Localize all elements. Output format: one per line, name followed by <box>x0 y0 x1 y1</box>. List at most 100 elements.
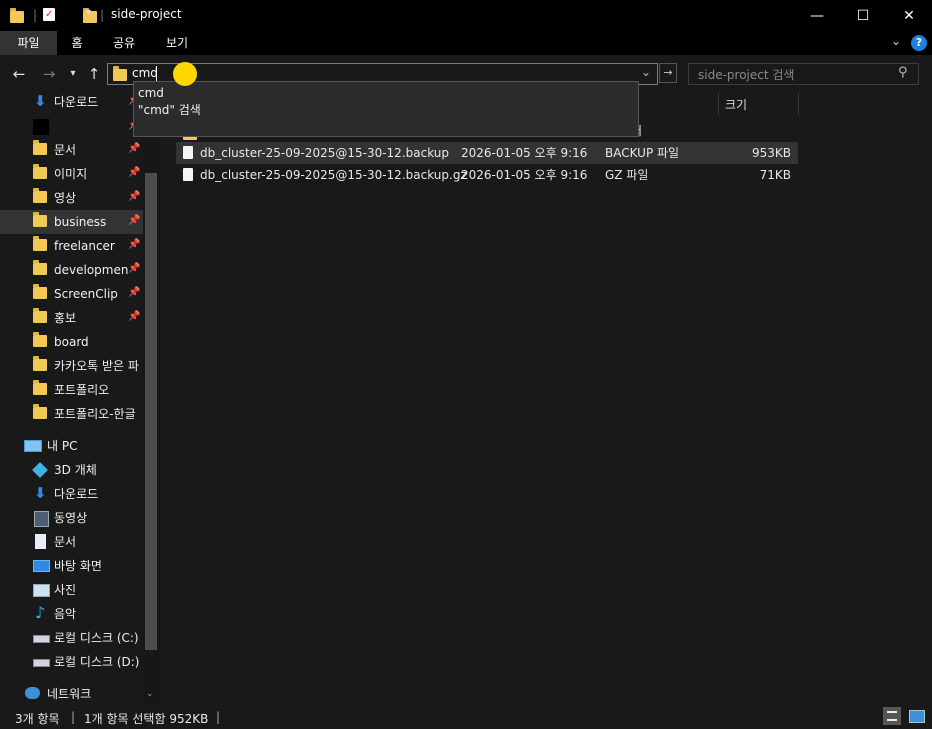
sidebar-item-documents[interactable]: 문서 📌 <box>0 138 143 162</box>
tab-home[interactable]: 홈 <box>60 31 94 55</box>
pin-icon: 📌 <box>128 311 141 322</box>
chevron-down-icon: ▾ <box>70 68 76 79</box>
file-date: 2026-01-05 오후 9:16 <box>461 146 588 160</box>
address-input[interactable]: cmd <box>132 66 158 80</box>
sidebar-item-drive-c[interactable]: 로컬 디스크 (C:) <box>0 626 143 650</box>
minimize-button[interactable]: — <box>794 0 840 31</box>
large-icons-view-icon[interactable] <box>909 710 925 723</box>
column-header-size[interactable]: 크기 <box>725 93 747 117</box>
maximize-button[interactable]: ☐ <box>840 0 886 31</box>
folder-icon <box>33 236 47 251</box>
pin-icon: 📌 <box>128 263 141 274</box>
search-box[interactable]: side-project 검색 ⚲ <box>688 63 919 85</box>
tab-view[interactable]: 보기 <box>156 31 198 55</box>
sidebar-item-kakaotalk[interactable]: 카카오톡 받은 파 <box>0 354 143 378</box>
sidebar-item-pc-videos[interactable]: 동영상 <box>0 506 143 530</box>
close-button[interactable]: ✕ <box>886 0 932 31</box>
download-arrow-icon: ⬇ <box>34 93 47 110</box>
cursor-highlight-icon <box>173 62 197 86</box>
sidebar-item-desktop[interactable]: 바탕 화면 <box>0 554 143 578</box>
folder-icon <box>33 284 47 299</box>
download-arrow-icon: ⬇ <box>34 484 47 502</box>
sidebar-item-3d-objects[interactable]: 3D 개체 <box>0 458 143 482</box>
text-caret <box>156 66 157 81</box>
folder-icon <box>33 308 47 323</box>
quick-access-toolbar-dropdown-icon[interactable]: ▾ <box>86 7 91 18</box>
sidebar-item-downloads[interactable]: ⬇ 다운로드 📌 <box>0 93 143 114</box>
divider: | <box>33 8 38 22</box>
sidebar-item-this-pc[interactable]: 내 PC <box>0 434 143 458</box>
file-size: 71KB <box>759 168 791 182</box>
sidebar-item-pc-downloads[interactable]: ⬇ 다운로드 <box>0 482 143 506</box>
3d-objects-icon <box>32 462 48 478</box>
file-size: 953KB <box>751 146 791 160</box>
black-square-icon <box>33 119 49 135</box>
sidebar-item-drive-d[interactable]: 로컬 디스크 (D:) <box>0 650 143 674</box>
divider: | <box>100 8 105 22</box>
search-icon[interactable]: ⚲ <box>898 65 908 80</box>
folder-icon <box>113 66 127 81</box>
sidebar-item-freelancer[interactable]: freelancer 📌 <box>0 234 143 258</box>
pin-icon: 📌 <box>128 167 141 178</box>
recent-locations-button[interactable]: ▾ <box>66 63 80 85</box>
file-type: GZ 파일 <box>605 168 649 182</box>
folder-icon <box>33 332 47 347</box>
table-row[interactable]: db_cluster-25-09-2025@15-30-12.backup 20… <box>176 142 798 164</box>
suggestion-item[interactable]: "cmd" 검색 <box>138 101 201 119</box>
properties-icon[interactable]: ✓ <box>43 8 55 21</box>
desktop-icon <box>33 560 50 572</box>
suggestion-item[interactable]: cmd <box>138 84 164 102</box>
pin-icon: 📌 <box>128 287 141 298</box>
sidebar-item-development[interactable]: development 📌 <box>0 258 143 282</box>
sidebar-item-promo[interactable]: 홍보 📌 <box>0 306 143 330</box>
search-input[interactable]: side-project 검색 <box>698 66 794 83</box>
address-dropdown-chevron-icon[interactable]: ⌄ <box>641 65 651 79</box>
sidebar-item-images[interactable]: 이미지 📌 <box>0 162 143 186</box>
column-divider <box>718 93 719 115</box>
folder-icon <box>33 164 47 179</box>
sidebar-item-portfolio[interactable]: 포트폴리오 <box>0 378 143 402</box>
sidebar-item-pc-documents[interactable]: 문서 <box>0 530 143 554</box>
sidebar-item-screenclip[interactable]: ScreenClip 📌 <box>0 282 143 306</box>
table-row[interactable]: db_cluster-25-09-2025@15-30-12.backup.gz… <box>176 164 798 186</box>
folder-icon <box>33 188 47 203</box>
document-icon <box>35 534 46 549</box>
ribbon-expand-chevron-icon[interactable]: ⌄ <box>891 34 901 48</box>
network-icon <box>25 687 40 699</box>
forward-button[interactable]: → <box>40 63 58 85</box>
selection-info: 1개 항목 선택함 952KB <box>84 712 209 726</box>
up-button[interactable]: ↑ <box>86 63 102 85</box>
sidebar-item-pictures[interactable]: 사진 <box>0 578 143 602</box>
folder-icon <box>33 140 47 155</box>
sidebar-item-network[interactable]: 네트워크 <box>0 682 143 705</box>
drive-icon <box>33 635 50 643</box>
ribbon-tabs: 파일 홈 공유 보기 ⌄ ? <box>0 31 932 55</box>
window-title: side-project <box>111 7 182 21</box>
scrollbar-thumb[interactable] <box>145 173 157 650</box>
address-autocomplete-dropdown: cmd "cmd" 검색 <box>133 81 639 137</box>
title-bar: | ✓ ▾ | side-project — ☐ ✕ <box>0 0 932 31</box>
sidebar-item-board[interactable]: board <box>0 330 143 354</box>
sidebar-item-hidden[interactable]: 📌 <box>0 115 143 139</box>
help-icon[interactable]: ? <box>911 35 927 51</box>
file-icon <box>183 168 193 181</box>
sidebar-item-portfolio-korean[interactable]: 포트폴리오-한글 <box>0 402 143 426</box>
file-name: db_cluster-25-09-2025@15-30-12.backup.gz <box>200 168 467 182</box>
sidebar-item-videos[interactable]: 영상 📌 <box>0 186 143 210</box>
folder-icon <box>33 356 47 371</box>
music-icon: ♪ <box>35 603 46 622</box>
go-button[interactable]: → <box>659 63 677 83</box>
sidebar-item-business[interactable]: business 📌 <box>0 210 143 234</box>
details-view-button[interactable] <box>883 707 901 725</box>
video-icon <box>34 511 49 527</box>
file-date: 2026-01-05 오후 9:16 <box>461 168 588 182</box>
sidebar-item-music[interactable]: ♪ 음악 <box>0 602 143 626</box>
back-button[interactable]: ← <box>10 63 28 85</box>
tab-file[interactable]: 파일 <box>0 31 57 55</box>
sidebar-scrollbar[interactable]: ⌃ ⌄ <box>143 93 160 705</box>
scroll-down-icon[interactable]: ⌄ <box>146 689 154 699</box>
folder-icon <box>33 404 47 419</box>
pin-icon: 📌 <box>128 191 141 202</box>
tab-share[interactable]: 공유 <box>104 31 144 55</box>
navigation-pane: ⬇ 다운로드 📌 📌 문서 📌 이미지 📌 영상 📌 business 📌 fr… <box>0 93 160 705</box>
